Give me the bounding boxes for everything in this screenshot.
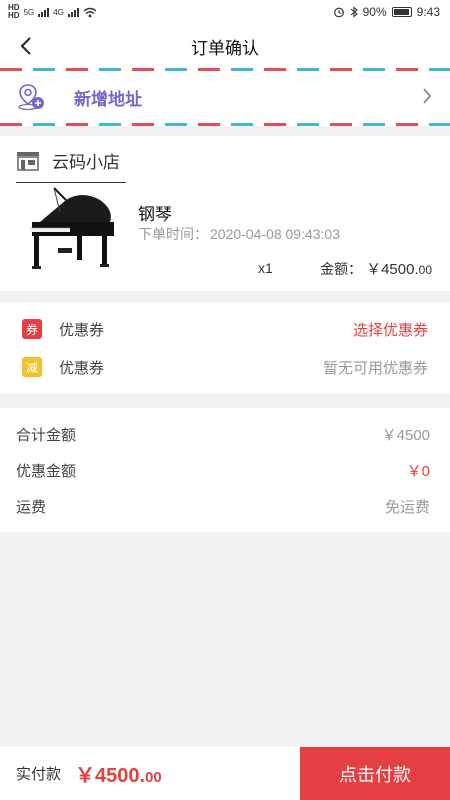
wifi-icon	[83, 7, 97, 17]
discount-value: ￥0	[406, 462, 430, 480]
add-address-button[interactable]: 新增地址	[0, 68, 450, 126]
coupon-badge: 券	[22, 319, 42, 339]
no-coupon-text: 暂无可用优惠券	[322, 359, 428, 377]
product-amount: 金额： ￥4500. 00	[320, 258, 432, 279]
price-summary: 合计金额 ￥4500 优惠金额 ￥0 运费 免运费	[0, 408, 450, 532]
amount-label: 金额：	[320, 261, 363, 277]
network-4g-label: 4G	[53, 7, 64, 17]
store-icon	[17, 151, 39, 171]
order-time-value: 2020-04-08 09:43:03	[210, 226, 340, 242]
discount-row: 优惠金额 ￥0	[0, 452, 450, 488]
store-divider	[16, 182, 126, 183]
shipping-label: 运费	[16, 498, 47, 516]
address-stripe-top	[0, 68, 450, 71]
pay-label: 实付款	[16, 766, 62, 783]
product-quantity: x1	[258, 260, 273, 276]
discount-coupon-label: 优惠券	[59, 359, 105, 377]
product-name: 钢琴	[138, 205, 172, 224]
chevron-left-icon	[20, 37, 31, 55]
shipping-value: 免运费	[384, 498, 430, 516]
nav-bar: 订单确认	[0, 24, 450, 68]
address-stripe-bottom	[0, 123, 450, 126]
discount-badge: 减	[22, 357, 42, 377]
bluetooth-icon	[350, 6, 358, 18]
total-label: 合计金额	[16, 426, 77, 444]
order-time-label: 下单时间：	[138, 226, 208, 242]
add-address-label: 新增地址	[74, 89, 142, 109]
page-title: 订单确认	[191, 38, 259, 58]
chevron-right-icon	[423, 88, 432, 104]
pay-button[interactable]: 点击付款	[300, 747, 450, 800]
product-image[interactable]	[22, 186, 122, 276]
network-indicators: HD HD 5G 4G	[8, 4, 97, 20]
hd-indicator: HD HD	[8, 3, 20, 20]
total-value: ￥4500	[381, 426, 430, 444]
clock-time: 9:43	[416, 5, 440, 19]
status-right: 90% 9:43	[333, 5, 440, 19]
coupon-row-discount: 减 优惠券 暂无可用优惠券	[0, 344, 450, 390]
coupon-section: 券 优惠券 选择优惠券 减 优惠券 暂无可用优惠券	[0, 302, 450, 394]
amount-value: ￥4500.	[366, 261, 419, 278]
back-button[interactable]	[14, 32, 38, 60]
battery-percent: 90%	[362, 5, 387, 19]
network-5g-label: 5G	[23, 7, 35, 17]
pay-amount: ￥4500. 00	[75, 759, 162, 788]
status-bar: HD HD 5G 4G 90% 9:43	[0, 0, 450, 24]
order-time: 下单时间： 2020-04-08 09:43:03	[138, 224, 340, 244]
signal-icon	[38, 7, 50, 17]
pay-amount-main: ￥4500.	[75, 765, 146, 787]
discount-label: 优惠金额	[16, 462, 77, 480]
checkout-bar: 实付款 ￥4500. 00 点击付款	[0, 747, 450, 800]
store-card: 云码小店 钢琴 下单时间： 2020-04-08 09:43:03 x1 金额： …	[0, 136, 450, 291]
pay-amount-cents: 00	[145, 769, 162, 786]
store-header: 云码小店	[16, 148, 120, 173]
signal-icon-2	[67, 7, 79, 17]
amount-cents: 00	[418, 263, 432, 277]
store-name: 云码小店	[52, 153, 120, 172]
coupon-label: 优惠券	[59, 321, 105, 339]
location-add-icon	[18, 84, 44, 111]
alarm-icon	[333, 7, 344, 18]
shipping-row: 运费 免运费	[0, 488, 450, 524]
battery-icon	[391, 7, 412, 17]
total-row: 合计金额 ￥4500	[0, 416, 450, 452]
select-coupon-link[interactable]: 选择优惠券	[353, 319, 428, 340]
